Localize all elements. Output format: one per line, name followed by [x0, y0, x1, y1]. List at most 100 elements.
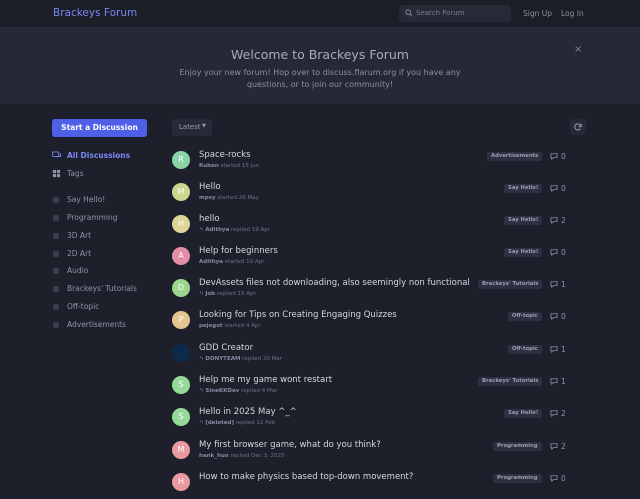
- tag-icon: [53, 268, 59, 274]
- discussion-user[interactable]: [deleted]: [205, 420, 234, 426]
- reply-icon: ↰: [199, 291, 204, 297]
- discussion-meta: ↰ [deleted] replied 12 Feb: [199, 420, 275, 426]
- discussion-time: 15 Apr: [237, 291, 256, 297]
- avatar[interactable]: D: [172, 279, 190, 297]
- log-in-link[interactable]: Log In: [561, 9, 584, 18]
- reply-count-value: 2: [561, 216, 566, 225]
- discussion-tag[interactable]: Brackeys' Tutorials: [478, 377, 543, 386]
- hero-title: Welcome to Brackeys Forum: [231, 47, 409, 62]
- reply-count-value: 1: [561, 377, 566, 386]
- discussion-time: 4 Mar: [261, 388, 278, 394]
- avatar[interactable]: M: [172, 183, 190, 201]
- reply-count-value: 1: [561, 345, 566, 354]
- discussion-user[interactable]: Adithya: [205, 227, 229, 233]
- discussion-row[interactable]: M My first browser game, what do you thi…: [172, 439, 586, 467]
- reply-count: 1: [550, 280, 580, 290]
- discussion-title[interactable]: hello: [199, 214, 220, 224]
- discussion-tag[interactable]: Say Hello!: [504, 248, 543, 257]
- discussion-title[interactable]: How to make physics based top-down movem…: [199, 472, 413, 482]
- discussion-row[interactable]: D DevAssets files not downloading, also …: [172, 277, 586, 305]
- discussion-title[interactable]: Space-rocks: [199, 150, 251, 160]
- refresh-icon: [574, 123, 582, 131]
- start-discussion-button[interactable]: Start a Discussion: [52, 119, 147, 137]
- comment-icon: [550, 443, 558, 450]
- avatar[interactable]: R: [172, 151, 190, 169]
- discussion-meta: ↰ DONYTEAM replied 20 Mar: [199, 356, 282, 362]
- discussion-title[interactable]: DevAssets files not downloading, also se…: [199, 278, 470, 288]
- reply-count-value: 0: [561, 184, 566, 193]
- sign-up-link[interactable]: Sign Up: [523, 9, 552, 18]
- discussion-tag[interactable]: Off-topic: [508, 312, 542, 321]
- comment-icon: [550, 475, 558, 482]
- discussion-meta: hank_hun replied Dec 3, 2025: [199, 453, 285, 459]
- reply-icon: ↰: [199, 356, 204, 362]
- discussion-tag[interactable]: Programming: [493, 442, 542, 451]
- avatar[interactable]: H: [172, 215, 190, 233]
- discussion-tag[interactable]: Say Hello!: [504, 216, 543, 225]
- discussion-row[interactable]: A Help for beginners Adithya started 19 …: [172, 245, 586, 273]
- discussion-meta: Ruben started 15 Jun: [199, 163, 259, 169]
- comment-icon: [550, 249, 558, 256]
- sort-dropdown[interactable]: Latest ▼: [172, 119, 212, 136]
- discussion-user[interactable]: SineKKDev: [205, 388, 239, 394]
- tag-icon: [53, 322, 59, 328]
- avatar[interactable]: H: [172, 473, 190, 491]
- reply-count: 2: [550, 216, 580, 226]
- discussion-row[interactable]: H hello ↰ Adithya replied 19 Apr Say Hel…: [172, 213, 586, 241]
- reply-count: 0: [550, 184, 580, 194]
- avatar[interactable]: M: [172, 441, 190, 459]
- discussion-title[interactable]: My first browser game, what do you think…: [199, 440, 381, 450]
- discussion-row[interactable]: GDD Creator ↰ DONYTEAM replied 20 Mar Of…: [172, 342, 586, 370]
- discussion-user[interactable]: Adithya: [199, 259, 223, 265]
- discussion-row[interactable]: P Looking for Tips on Creating Engaging …: [172, 309, 586, 337]
- avatar[interactable]: [172, 344, 190, 362]
- avatar[interactable]: P: [172, 311, 190, 329]
- discussion-tag[interactable]: Off-topic: [508, 345, 542, 354]
- close-icon[interactable]: ×: [574, 44, 582, 55]
- discussion-title[interactable]: Help for beginners: [199, 246, 278, 256]
- avatar[interactable]: S: [172, 376, 190, 394]
- refresh-button[interactable]: [570, 119, 586, 135]
- comments-icon: [52, 151, 61, 157]
- reply-count: 1: [550, 377, 580, 387]
- reply-count: 0: [550, 474, 580, 484]
- reply-icon: ↰: [199, 227, 204, 233]
- tag-label: 2D Art: [67, 249, 92, 258]
- discussion-user[interactable]: Job: [205, 291, 215, 297]
- discussion-time: 19 Apr: [251, 227, 270, 233]
- tag-label: Off-topic: [67, 302, 100, 311]
- discussion-title[interactable]: Looking for Tips on Creating Engaging Qu…: [199, 310, 397, 320]
- reply-icon: ↰: [199, 420, 204, 426]
- avatar[interactable]: S: [172, 408, 190, 426]
- comment-icon: [550, 185, 558, 192]
- discussion-row[interactable]: R Space-rocks Ruben started 15 Jun Adver…: [172, 149, 586, 177]
- discussion-title[interactable]: Help me my game wont restart: [199, 375, 332, 385]
- nav-all-discussions-label: All Discussions: [67, 151, 131, 160]
- discussion-user[interactable]: Ruben: [199, 163, 219, 169]
- discussion-user[interactable]: pejegot: [199, 323, 223, 329]
- tag-label: Audio: [67, 266, 89, 275]
- discussion-tag[interactable]: Say Hello!: [504, 184, 543, 193]
- discussion-tag[interactable]: Advertisements: [487, 152, 543, 161]
- discussion-meta: Adithya started 19 Apr: [199, 259, 264, 265]
- discussion-row[interactable]: H How to make physics based top-down mov…: [172, 471, 586, 499]
- search-input[interactable]: Search Forum: [399, 5, 511, 22]
- discussion-tag[interactable]: Brackeys' Tutorials: [478, 280, 543, 289]
- discussion-tag[interactable]: Say Hello!: [504, 409, 543, 418]
- discussion-meta: ↰ Adithya replied 19 Apr: [199, 227, 270, 233]
- discussion-title[interactable]: Hello in 2025 May ^_^: [199, 407, 297, 417]
- discussion-row[interactable]: M Hello mpsy started 20 May Say Hello! 0: [172, 181, 586, 209]
- discussion-user[interactable]: hank_hun: [199, 453, 229, 459]
- discussion-user[interactable]: DONYTEAM: [205, 356, 240, 362]
- welcome-hero: Welcome to Brackeys Forum Enjoy your new…: [0, 28, 640, 104]
- comment-icon: [550, 378, 558, 385]
- discussion-tag[interactable]: Programming: [493, 474, 542, 483]
- forum-logo[interactable]: Brackeys Forum: [53, 7, 137, 19]
- discussion-title[interactable]: GDD Creator: [199, 343, 253, 353]
- comment-icon: [550, 313, 558, 320]
- discussion-row[interactable]: S Hello in 2025 May ^_^ ↰ [deleted] repl…: [172, 406, 586, 434]
- discussion-title[interactable]: Hello: [199, 182, 221, 192]
- discussion-user[interactable]: mpsy: [199, 195, 216, 201]
- avatar[interactable]: A: [172, 247, 190, 265]
- discussion-row[interactable]: S Help me my game wont restart ↰ SineKKD…: [172, 374, 586, 402]
